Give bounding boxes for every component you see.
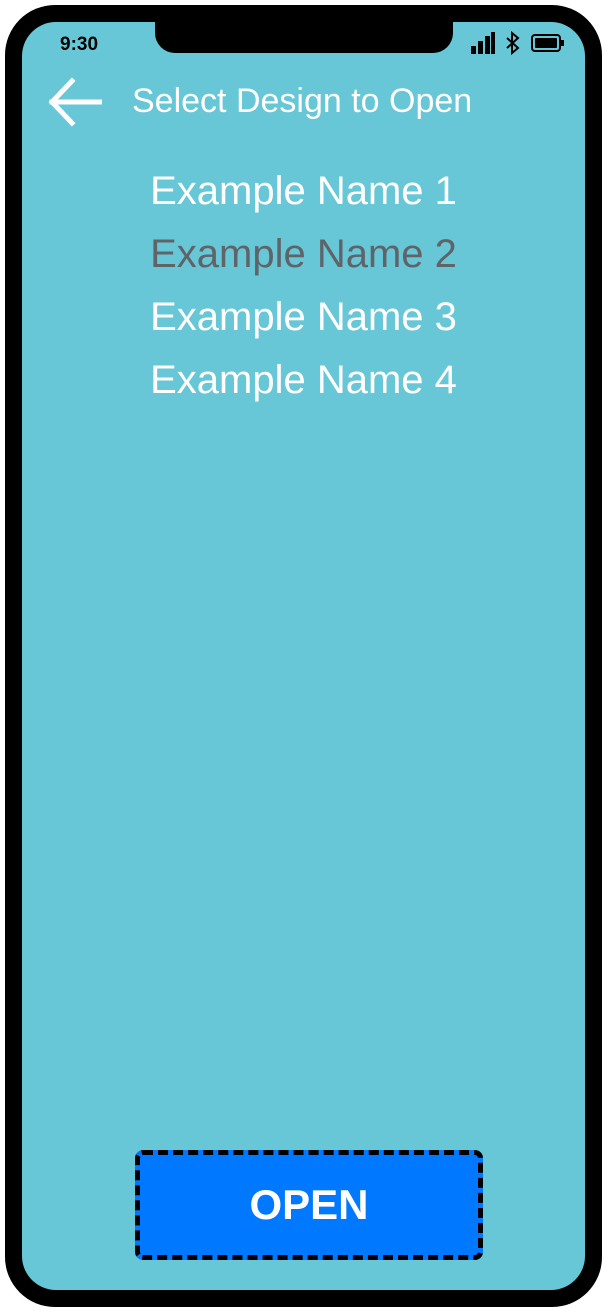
battery-icon (531, 34, 564, 52)
app-screen: 9:30 Select Design to Open Example Name … (22, 22, 585, 1290)
design-item-4[interactable]: Example Name 4 (22, 349, 585, 412)
design-item-1[interactable]: Example Name 1 (22, 160, 585, 223)
app-header: Select Design to Open (22, 70, 585, 132)
back-button[interactable] (46, 76, 103, 128)
signal-icon (471, 32, 495, 54)
camera-notch (155, 22, 453, 53)
back-arrow-icon (48, 77, 103, 127)
design-item-2[interactable]: Example Name 2 (22, 223, 585, 286)
bluetooth-icon (506, 31, 520, 55)
design-list: Example Name 1 Example Name 2 Example Na… (22, 160, 585, 412)
status-icons (471, 31, 565, 55)
design-item-3[interactable]: Example Name 3 (22, 286, 585, 349)
phone-frame: 9:30 Select Design to Open Example Name … (5, 5, 602, 1307)
open-button[interactable]: OPEN (135, 1150, 483, 1260)
status-time: 9:30 (60, 34, 99, 55)
page-title: Select Design to Open (132, 82, 473, 120)
